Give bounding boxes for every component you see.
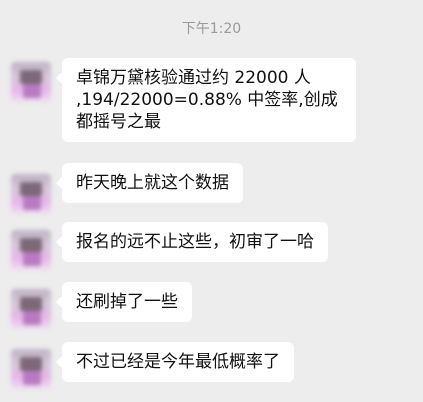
message-bubble[interactable]: 昨天晚上就这个数据: [56, 163, 243, 203]
message-bubble[interactable]: 不过已经是今年最低概率了: [56, 342, 294, 382]
avatar[interactable]: [11, 174, 51, 214]
message-text: 不过已经是今年最低概率了: [76, 352, 280, 372]
message-bubble[interactable]: 还刷掉了一些: [56, 282, 192, 322]
avatar[interactable]: [11, 349, 51, 389]
avatar[interactable]: [11, 289, 51, 329]
message-bubble[interactable]: 卓锦万黛核验通过约 22000 人 ,194/22000=0.88% 中签率,创…: [56, 58, 356, 142]
message-bubble[interactable]: 报名的远不止这些，初审了一哈: [56, 222, 328, 262]
avatar[interactable]: [11, 62, 51, 102]
message-text: 昨天晚上就这个数据: [76, 173, 229, 193]
chat-timestamp: 下午1:20: [181, 21, 242, 37]
message-text: 报名的远不止这些，初审了一哈: [76, 232, 314, 252]
message-text: 卓锦万黛核验通过约 22000 人 ,194/22000=0.88% 中签率,创…: [76, 68, 338, 132]
avatar[interactable]: [11, 230, 51, 270]
message-text: 还刷掉了一些: [76, 292, 178, 312]
